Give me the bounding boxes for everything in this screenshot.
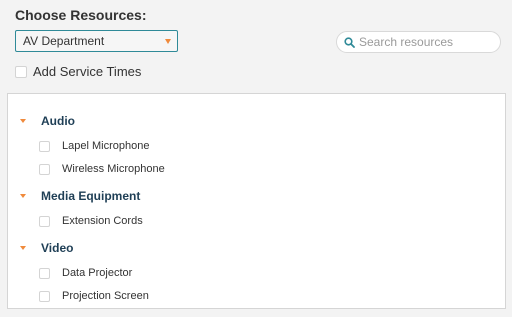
resource-checkbox[interactable] [39,140,50,152]
resource-checkbox[interactable] [39,290,50,302]
expand-triangle-icon[interactable] [20,194,26,198]
resource-checkbox[interactable] [39,215,50,227]
resources-panel: Audio Lapel Microphone Wireless Micropho… [7,93,506,309]
resource-checkbox[interactable] [39,163,50,175]
group-name: Audio [41,114,75,128]
search-icon [344,36,355,48]
search-box[interactable] [336,31,501,53]
add-service-times-checkbox[interactable] [15,65,27,78]
resource-label: Projection Screen [62,290,149,302]
resource-label: Lapel Microphone [62,140,150,152]
resource-label: Data Projector [62,267,133,279]
group-audio[interactable]: Audio [20,114,75,128]
resource-item[interactable]: Projection Screen [39,290,149,302]
search-input[interactable] [359,35,489,49]
group-media-equipment[interactable]: Media Equipment [20,189,140,203]
add-service-times-option[interactable]: Add Service Times [15,64,141,79]
department-select-value: AV Department [23,34,105,48]
resource-item[interactable]: Extension Cords [39,215,143,227]
resource-checkbox[interactable] [39,267,50,279]
department-select[interactable]: AV Department [15,30,178,52]
resource-item[interactable]: Lapel Microphone [39,140,149,152]
resource-item[interactable]: Wireless Microphone [39,163,165,175]
resource-item[interactable]: Data Projector [39,267,132,279]
choose-resources-heading: Choose Resources: [15,7,147,23]
expand-triangle-icon[interactable] [20,119,26,123]
add-service-times-label: Add Service Times [33,64,142,79]
group-video[interactable]: Video [20,241,73,255]
group-name: Media Equipment [41,189,141,203]
group-name: Video [41,241,74,255]
expand-triangle-icon[interactable] [20,246,26,250]
caret-down-icon [165,39,171,44]
resource-label: Wireless Microphone [62,163,165,175]
resource-label: Extension Cords [62,215,143,227]
